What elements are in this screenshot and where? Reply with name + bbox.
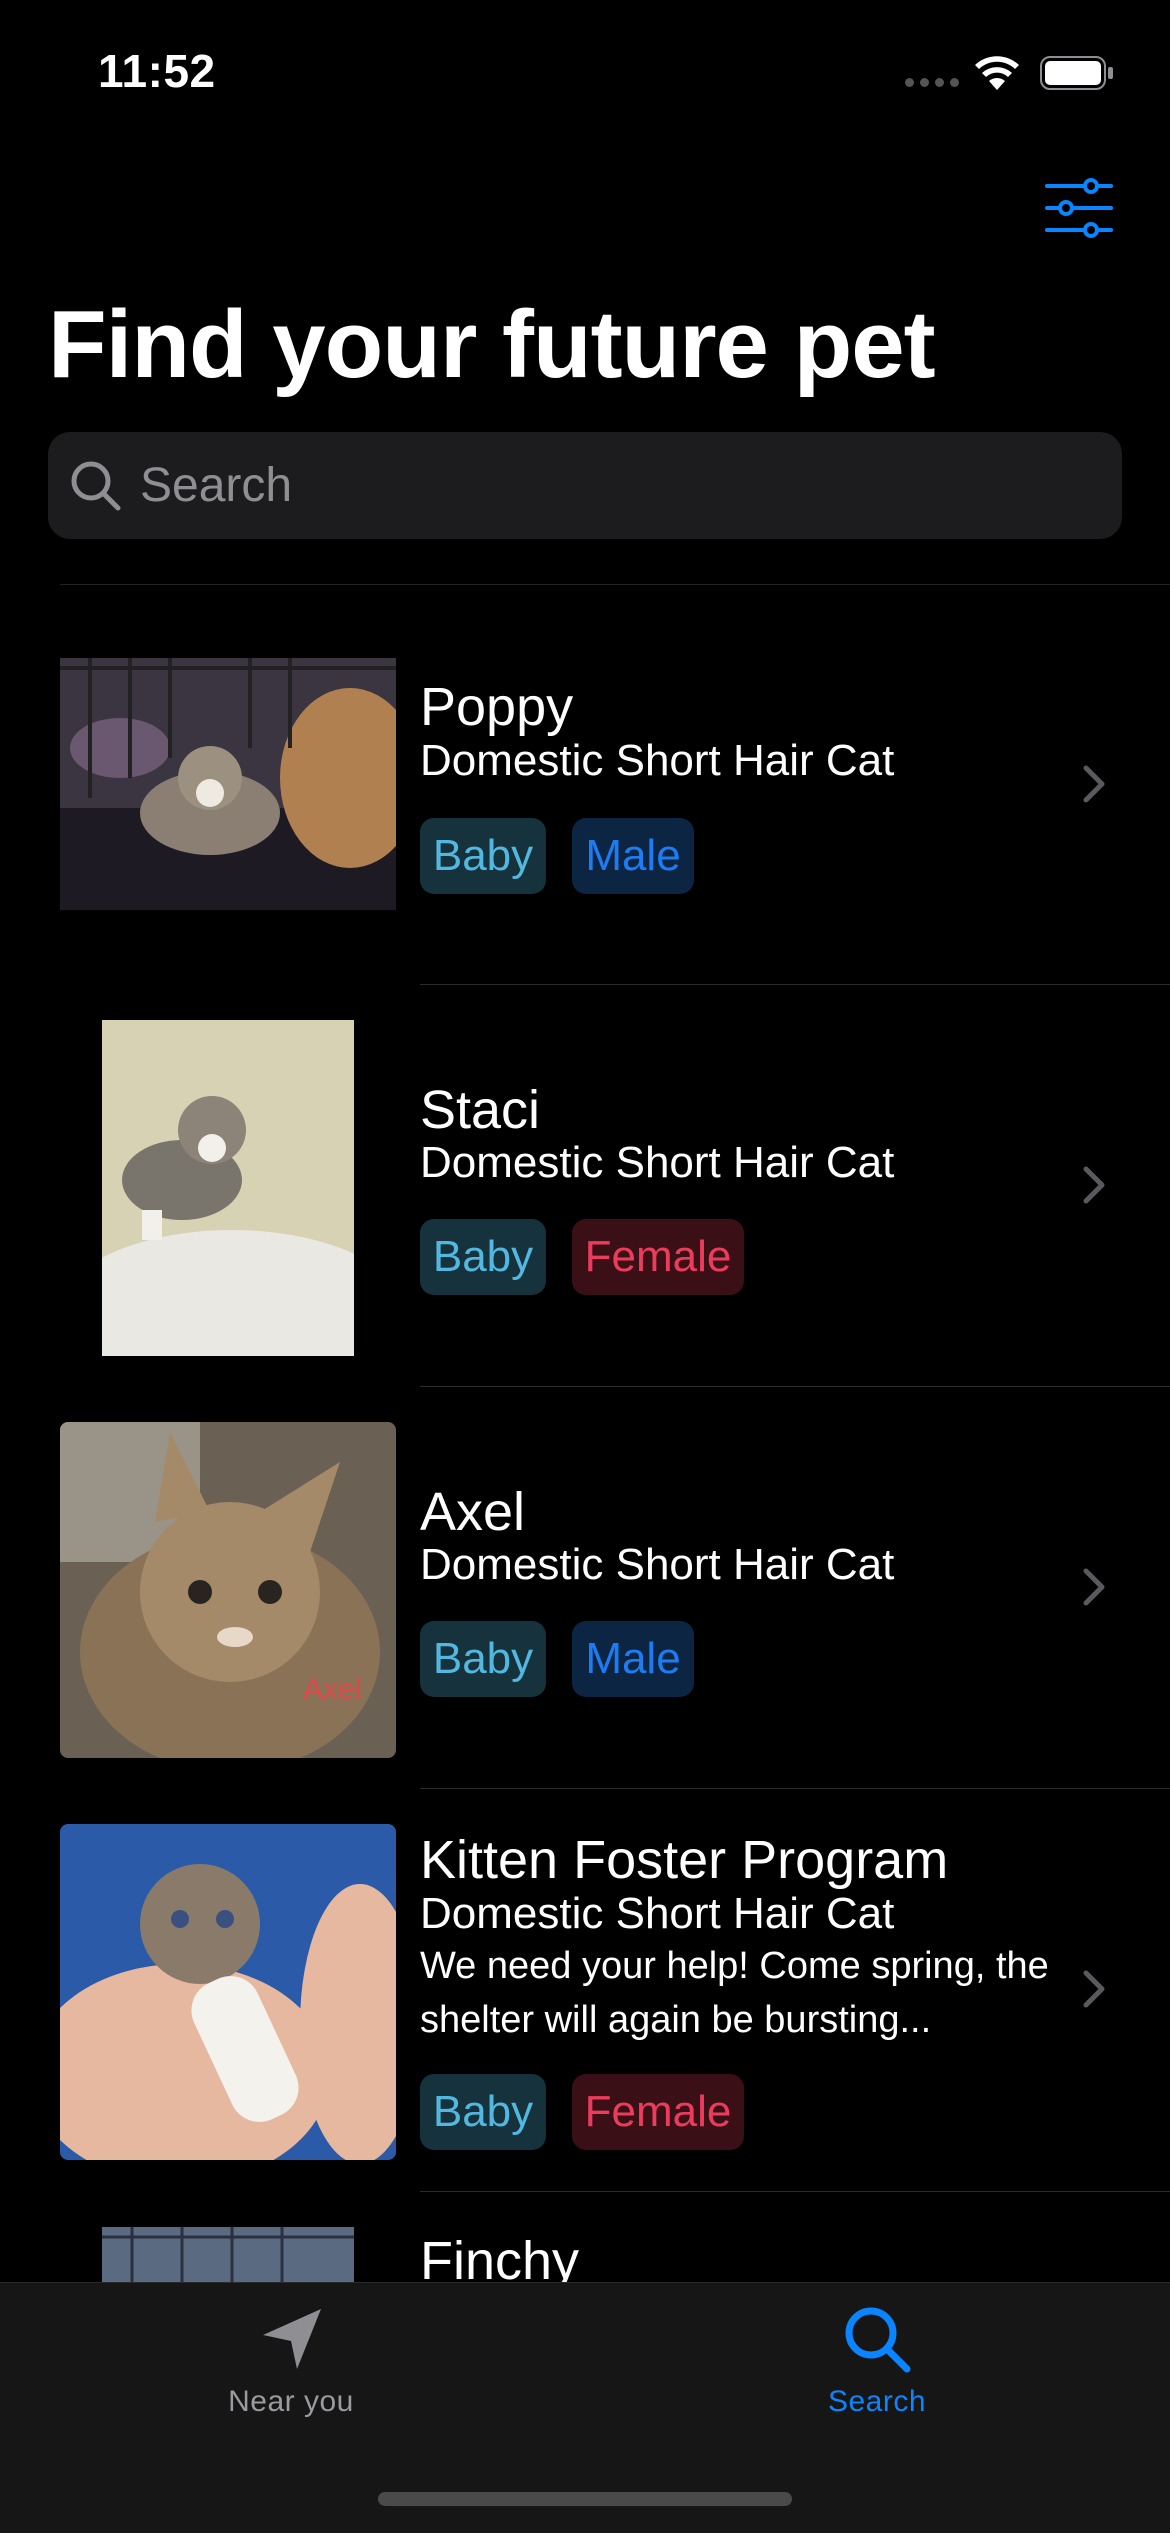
- age-tag: Baby: [420, 2074, 546, 2150]
- gender-tag: Female: [572, 1219, 744, 1295]
- cellular-signal-icon: [905, 78, 959, 87]
- tab-label: Near you: [228, 2385, 354, 2418]
- pet-breed: Domestic Short Hair Cat: [420, 1540, 895, 1589]
- status-time: 11:52: [98, 45, 216, 97]
- pet-breed: Domestic Short Hair Cat: [420, 1889, 895, 1938]
- pet-name: Poppy: [420, 677, 574, 737]
- pet-description: We need your help! Come spring, the shel…: [420, 1945, 1049, 2041]
- status-bar: 11:52: [0, 0, 1170, 140]
- gender-tag: Male: [572, 1621, 694, 1697]
- pet-breed: Domestic Short Hair Cat: [420, 1138, 895, 1187]
- filter-sliders-icon[interactable]: [1044, 178, 1114, 238]
- location-arrow-icon: [263, 2309, 321, 2369]
- pet-photo: [60, 1422, 396, 1758]
- battery-icon: [1040, 56, 1113, 90]
- gender-tag: Female: [572, 2074, 744, 2150]
- wifi-icon: [975, 56, 1019, 90]
- pet-name: Axel: [420, 1482, 526, 1542]
- pet-breed: Domestic Short Hair Cat: [420, 736, 895, 785]
- age-tag: Baby: [420, 818, 546, 894]
- tab-near-you[interactable]: Near you: [141, 2283, 441, 2443]
- pet-row-finchy[interactable]: Finchy: [0, 2192, 1170, 2282]
- pet-row-axel[interactable]: Axel Axel Domestic Short Hair Cat Baby M…: [0, 1387, 1170, 1789]
- chevron-right-icon: [1083, 765, 1105, 803]
- search-placeholder: Search: [140, 459, 293, 512]
- magnifying-glass-icon: [845, 2307, 911, 2373]
- pet-name: Staci: [420, 1080, 541, 1140]
- age-tag: Baby: [420, 1621, 546, 1697]
- photo-caption: Axel: [303, 1673, 362, 1706]
- chevron-right-icon: [1083, 1568, 1105, 1606]
- page-title: Find your future pet: [48, 291, 936, 398]
- chevron-right-icon: [1083, 1166, 1105, 1204]
- pet-photo: [102, 2227, 354, 2282]
- tab-search[interactable]: Search: [727, 2283, 1027, 2443]
- pet-photo: [102, 1020, 354, 1356]
- pet-row-kitten-foster-program[interactable]: Kitten Foster Program Domestic Short Hai…: [0, 1789, 1170, 2192]
- pet-name: Finchy: [420, 2231, 580, 2282]
- pet-name: Kitten Foster Program: [420, 1830, 949, 1890]
- age-tag: Baby: [420, 1219, 546, 1295]
- pet-row-staci[interactable]: Staci Domestic Short Hair Cat Baby Femal…: [0, 985, 1170, 1387]
- pet-photo: [60, 658, 396, 910]
- gender-tag: Male: [572, 818, 694, 894]
- search-icon: [71, 461, 121, 510]
- pet-row-poppy[interactable]: Poppy Domestic Short Hair Cat Baby Male: [0, 584, 1170, 985]
- tab-label: Search: [827, 2385, 927, 2418]
- search-input[interactable]: Search: [48, 432, 1122, 539]
- pet-photo: [60, 1824, 396, 2160]
- home-indicator[interactable]: [378, 2492, 792, 2506]
- chevron-right-icon: [1083, 1970, 1105, 2008]
